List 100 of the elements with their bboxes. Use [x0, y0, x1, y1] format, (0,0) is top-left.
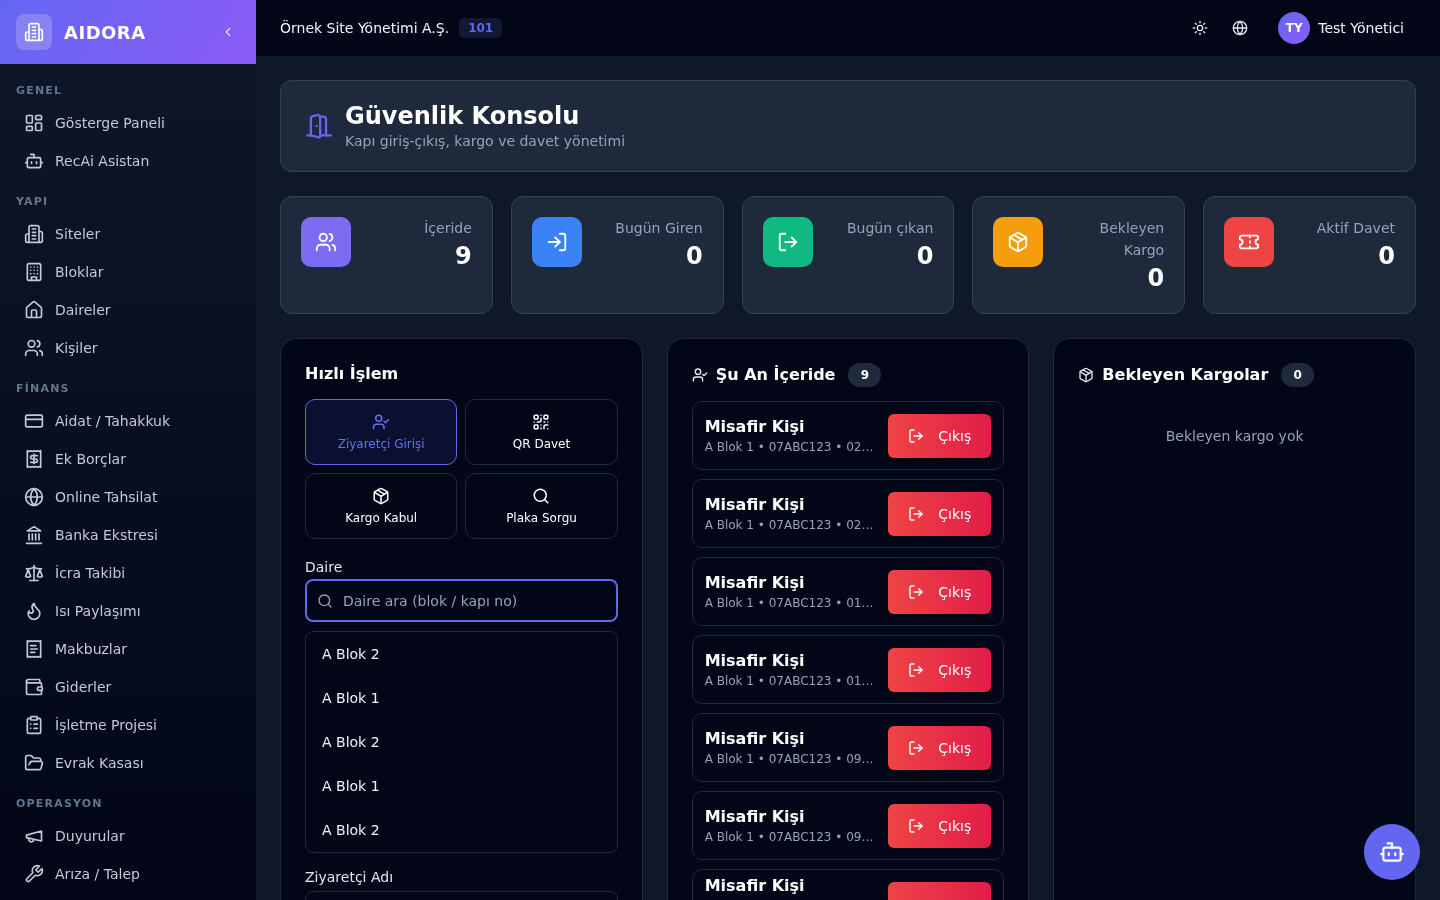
page-subtitle: Kapı giriş-çıkış, kargo ve davet yönetimi	[345, 132, 626, 151]
door-icon	[305, 112, 333, 140]
receipt-icon	[24, 639, 44, 659]
quick-action-button[interactable]: Ziyaretçi Girişi	[305, 399, 458, 465]
quick-action-button[interactable]: Kargo Kabul	[305, 473, 458, 539]
sun-icon	[1192, 20, 1209, 36]
checkout-button[interactable]: Çıkış	[888, 803, 992, 848]
dropdown-option[interactable]: A Blok 2	[306, 808, 617, 852]
package-icon	[372, 487, 391, 505]
visitor-details: A Blok 1 • 07ABC123 • 09…	[704, 828, 875, 846]
grid-icon	[24, 113, 44, 133]
folder-icon	[24, 753, 44, 773]
nav-item[interactable]: Isı Paylaşımı	[12, 592, 244, 630]
nav-item[interactable]: RecAi Asistan	[12, 142, 244, 180]
people-icon	[24, 338, 44, 358]
scales-icon	[24, 563, 44, 583]
nav-item[interactable]: Banka Ekstresi	[12, 516, 244, 554]
robot-icon	[24, 151, 44, 171]
checkout-button[interactable]: Çıkış	[888, 491, 992, 536]
organization-name: Örnek Site Yönetimi A.Ş.	[280, 20, 450, 36]
quick-action-button[interactable]: Plaka Sorgu	[465, 473, 618, 539]
wallet-icon	[24, 677, 44, 697]
nav-item[interactable]: Bloklar	[12, 253, 244, 291]
stat-value: 9	[455, 241, 472, 271]
page-title: Güvenlik Konsolu	[345, 101, 581, 131]
field-label: Ziyaretçi Adı	[305, 868, 395, 886]
wrench-icon	[24, 864, 44, 884]
user-check-icon	[691, 367, 708, 383]
visitor-details: A Blok 1 • 07ABC123 • 02…	[704, 438, 875, 456]
nav-item[interactable]: Ek Borçlar	[12, 440, 244, 478]
section-label: FİNANS	[15, 381, 71, 397]
bank-icon	[24, 525, 44, 545]
house-icon	[24, 300, 44, 320]
search-icon	[317, 592, 333, 609]
nav-item[interactable]: Gösterge Paneli	[12, 104, 244, 142]
search-icon	[532, 487, 551, 505]
visitor-details: A Blok 1 • 07ABC123 • 02…	[704, 516, 875, 534]
nav-item[interactable]: Arıza / Talep	[12, 855, 244, 893]
nav-item[interactable]: Duyurular	[12, 817, 244, 855]
stat-value: 0	[685, 241, 703, 271]
count-badge: 0	[1281, 363, 1315, 387]
flame-icon	[24, 601, 44, 621]
user-check-icon	[372, 413, 391, 431]
stat-label: Bekleyen Kargo	[1098, 219, 1165, 260]
stat-value: 0	[916, 241, 934, 271]
nav-item[interactable]: Kişiler	[12, 329, 244, 367]
dropdown-option[interactable]: A Blok 1	[306, 676, 617, 720]
nav-item[interactable]: Siteler	[12, 215, 244, 253]
dropdown-option[interactable]: A Blok 1	[306, 764, 617, 808]
user-name[interactable]: Test Yönetici	[1318, 20, 1404, 36]
visitor-name: Misafir Kişi	[704, 805, 806, 828]
panel-title: Hızlı İşlem	[305, 363, 399, 385]
checkout-button[interactable]: Çıkış	[888, 647, 992, 692]
stat-value: 0	[1147, 263, 1165, 293]
nav-item[interactable]: Online Tahsilat	[12, 478, 244, 516]
visitor-name: Misafir Kişi	[704, 649, 806, 672]
dropdown-option[interactable]: A Blok 2	[306, 720, 617, 764]
office-building-icon	[24, 224, 44, 244]
globe-icon	[1232, 20, 1249, 36]
nav-item[interactable]: Aidat / Tahakkuk	[12, 402, 244, 440]
count-badge: 9	[848, 363, 882, 387]
building-icon	[16, 14, 52, 50]
apartment-block-icon	[24, 262, 44, 282]
stat-label: Bugün çıkan	[846, 219, 934, 238]
nav-item[interactable]: Daireler	[12, 291, 244, 329]
checkout-button[interactable]: Çıkış	[888, 569, 992, 614]
dropdown-option[interactable]: A Blok 2	[306, 632, 617, 676]
empty-state-text: Bekleyen kargo yok	[1164, 427, 1305, 446]
nav-item[interactable]: İcra Takibi	[12, 554, 244, 592]
credit-card-icon	[24, 411, 44, 431]
panel-title: Bekleyen Kargolar	[1102, 364, 1269, 386]
stat-label: Bugün Giren	[615, 219, 703, 238]
nav-item[interactable]: Giderler	[12, 668, 244, 706]
stat-label: Aktif Davet	[1316, 219, 1395, 238]
search-field[interactable]: Daire ara (blok / kapı no)	[305, 579, 618, 622]
nav-item[interactable]: İşletme Projesi	[12, 706, 244, 744]
visitor-name: Misafir Kişi	[704, 571, 806, 594]
quick-action-button[interactable]: QR Davet	[465, 399, 618, 465]
visitor-details: A Blok 1 • 07ABC123 • 09…	[704, 750, 875, 768]
user-avatar[interactable]: TY	[1278, 12, 1311, 44]
checkout-button[interactable]: Çıkış	[888, 725, 992, 770]
visitor-name: Misafir Kişi	[704, 875, 806, 897]
section-label: YAPI	[15, 194, 50, 210]
checkout-button[interactable]: Çıkış	[888, 413, 992, 458]
section-label: OPERASYON	[15, 796, 104, 812]
nav-item[interactable]: Makbuzlar	[12, 630, 244, 668]
field-label: Daire	[305, 558, 344, 576]
unit-badge: 101	[459, 18, 503, 38]
robot-icon	[1379, 839, 1405, 865]
visitor-name: Misafir Kişi	[704, 493, 806, 516]
visitor-name: Misafir Kişi	[704, 727, 806, 750]
clipboard-icon	[24, 715, 44, 735]
stat-value: 0	[1378, 241, 1395, 271]
stat-label: İçeride	[424, 219, 472, 238]
panel-title: Şu An İçeride	[715, 364, 836, 386]
qr-code-icon	[532, 413, 551, 431]
package-icon	[1078, 367, 1095, 383]
visitor-details: A Blok 1 • 07ABC123 • 01…	[704, 672, 875, 690]
nav-item[interactable]: Evrak Kasası	[12, 744, 244, 782]
globe-icon	[24, 487, 44, 507]
